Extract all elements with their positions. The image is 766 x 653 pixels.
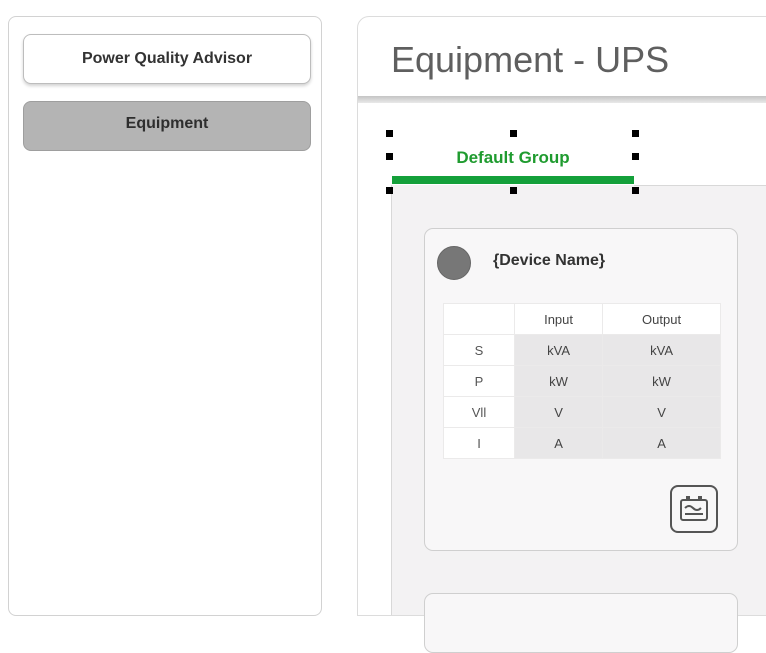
selection-handle[interactable] (632, 153, 639, 160)
selection-handle[interactable] (386, 153, 393, 160)
device-metrics-table: Input Output S kVA kVA P kW kW Vll V V I… (443, 303, 721, 459)
table-header-cell (443, 303, 515, 335)
selection-handle[interactable] (632, 187, 639, 194)
page-title: Equipment - UPS (391, 39, 670, 80)
device-card[interactable]: {Device Name} Input Output S kVA kVA P k… (424, 228, 738, 551)
output-value: kW (602, 365, 721, 397)
sidebar: Power Quality Advisor Equipment (8, 16, 322, 616)
input-value: V (513, 396, 604, 428)
ups-battery-button[interactable] (670, 485, 718, 533)
title-divider (358, 96, 766, 103)
table-row: I A A (443, 427, 721, 459)
table-row: P kW kW (443, 365, 721, 397)
status-dot (437, 246, 471, 280)
selection-handle[interactable] (386, 187, 393, 194)
table-row: S kVA kVA (443, 334, 721, 366)
device-card[interactable] (424, 593, 738, 653)
row-label: Vll (443, 396, 515, 428)
input-value: kVA (513, 334, 604, 366)
selection-handle[interactable] (386, 130, 393, 137)
row-label: P (443, 365, 515, 397)
input-value: A (513, 427, 604, 459)
output-value: A (602, 427, 721, 459)
table-header-cell: Input (513, 303, 604, 335)
table-header-cell: Output (602, 303, 721, 335)
input-value: kW (513, 365, 604, 397)
sidebar-item-equipment[interactable]: Equipment (23, 101, 311, 151)
ups-battery-icon (680, 496, 708, 521)
row-label: I (443, 427, 515, 459)
table-row: Vll V V (443, 396, 721, 428)
output-value: V (602, 396, 721, 428)
sidebar-item-power-quality-advisor[interactable]: Power Quality Advisor (23, 34, 311, 84)
tab-strip-divider (634, 185, 766, 186)
output-value: kVA (602, 334, 721, 366)
table-header-row: Input Output (443, 303, 721, 335)
row-label: S (443, 334, 515, 366)
selection-handle[interactable] (510, 130, 517, 137)
selection-handle[interactable] (632, 130, 639, 137)
device-name: {Device Name} (493, 252, 606, 269)
tab-active-indicator (392, 176, 634, 184)
selection-handle[interactable] (510, 187, 517, 194)
